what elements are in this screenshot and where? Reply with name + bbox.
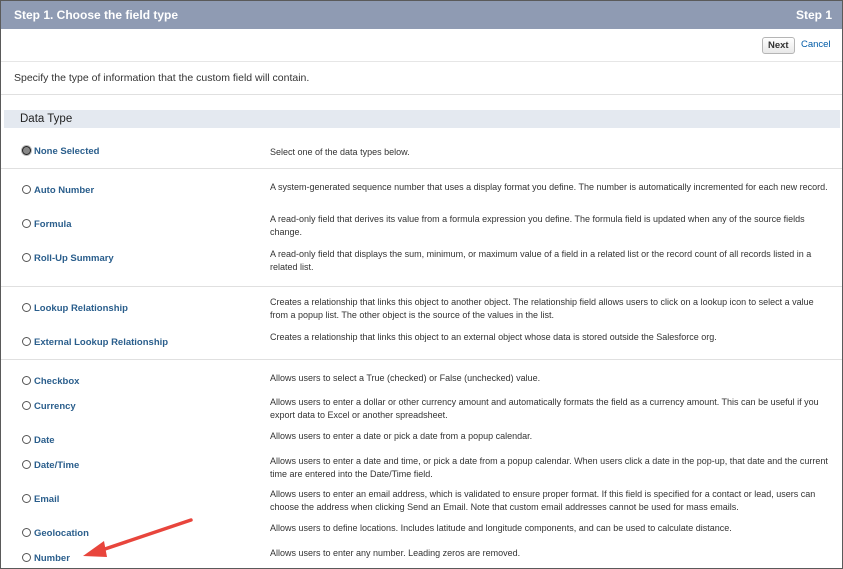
group-divider bbox=[1, 286, 842, 287]
radio-icon[interactable] bbox=[22, 460, 31, 469]
radio-icon[interactable] bbox=[22, 494, 31, 503]
step-header: Step 1. Choose the field type Step 1 bbox=[1, 1, 842, 29]
option-label: None Selected bbox=[34, 146, 100, 157]
option-roll-up-summary[interactable]: Roll-Up Summary bbox=[22, 253, 114, 264]
option-number[interactable]: Number bbox=[22, 553, 70, 564]
option-description: A read-only field that derives its value… bbox=[270, 214, 805, 237]
option-label: Email bbox=[34, 494, 60, 505]
divider bbox=[1, 94, 842, 95]
radio-icon[interactable] bbox=[22, 553, 31, 562]
option-currency[interactable]: Currency bbox=[22, 401, 76, 412]
step-title: Step 1. Choose the field type bbox=[14, 8, 179, 22]
option-label: Roll-Up Summary bbox=[34, 253, 114, 264]
option-label: Formula bbox=[34, 219, 72, 230]
arrow-shaft bbox=[97, 518, 193, 553]
option-formula[interactable]: Formula bbox=[22, 219, 71, 230]
option-geolocation[interactable]: Geolocation bbox=[22, 528, 89, 539]
option-description: Creates a relationship that links this o… bbox=[270, 332, 717, 342]
option-external-lookup-relationship[interactable]: External Lookup Relationship bbox=[22, 337, 168, 348]
option-label: Lookup Relationship bbox=[34, 303, 128, 314]
wizard-frame: Step 1. Choose the field type Step 1 Nex… bbox=[0, 0, 843, 569]
radio-icon[interactable] bbox=[22, 337, 31, 346]
option-date-time[interactable]: Date/Time bbox=[22, 460, 79, 471]
option-description: Allows users to enter an email address, … bbox=[270, 489, 816, 512]
option-label: Date bbox=[34, 435, 55, 446]
next-button[interactable]: Next bbox=[762, 37, 795, 54]
option-description: Allows users to enter a date and time, o… bbox=[270, 456, 828, 479]
radio-icon[interactable] bbox=[22, 528, 31, 537]
button-bar: Next Cancel bbox=[1, 29, 842, 62]
radio-icon[interactable] bbox=[22, 303, 31, 312]
option-lookup-relationship[interactable]: Lookup Relationship bbox=[22, 303, 128, 314]
option-label: Geolocation bbox=[34, 528, 89, 539]
option-description: Select one of the data types below. bbox=[270, 147, 410, 157]
option-description: A read-only field that displays the sum,… bbox=[270, 249, 812, 272]
option-email[interactable]: Email bbox=[22, 494, 59, 505]
option-label: Checkbox bbox=[34, 376, 80, 387]
instructions-text: Specify the type of information that the… bbox=[14, 72, 310, 84]
option-none-selected[interactable]: None Selected bbox=[22, 146, 99, 157]
option-auto-number[interactable]: Auto Number bbox=[22, 185, 94, 196]
radio-icon[interactable] bbox=[22, 253, 31, 262]
radio-icon[interactable] bbox=[22, 401, 31, 410]
option-label: Currency bbox=[34, 401, 76, 412]
cancel-link[interactable]: Cancel bbox=[801, 39, 831, 50]
option-description: Allows users to select a True (checked) … bbox=[270, 373, 541, 383]
option-label: External Lookup Relationship bbox=[34, 337, 169, 348]
section-title: Data Type bbox=[20, 113, 73, 125]
radio-icon[interactable] bbox=[22, 219, 31, 228]
option-description: A system-generated sequence number that … bbox=[270, 182, 828, 192]
option-description: Allows users to enter a date or pick a d… bbox=[270, 431, 533, 441]
radio-icon[interactable] bbox=[22, 185, 31, 194]
option-label: Date/Time bbox=[34, 460, 80, 471]
option-label: Number bbox=[34, 553, 70, 564]
radio-selected-icon[interactable] bbox=[22, 146, 31, 155]
option-description: Allows users to enter any number. Leadin… bbox=[270, 548, 521, 558]
option-label: Auto Number bbox=[34, 185, 95, 196]
annotation-arrow-icon bbox=[83, 518, 193, 557]
group-divider bbox=[1, 168, 842, 169]
option-description: Creates a relationship that links this o… bbox=[270, 297, 814, 320]
radio-icon[interactable] bbox=[22, 376, 31, 385]
step-indicator: Step 1 bbox=[795, 8, 832, 22]
group-divider bbox=[1, 359, 842, 360]
option-description: Allows users to define locations. Includ… bbox=[270, 523, 732, 533]
arrow-head bbox=[83, 541, 107, 557]
option-checkbox[interactable]: Checkbox bbox=[22, 376, 79, 387]
data-type-section-header: Data Type bbox=[4, 110, 840, 128]
option-description: Allows users to enter a dollar or other … bbox=[270, 397, 819, 420]
radio-icon[interactable] bbox=[22, 435, 31, 444]
option-date[interactable]: Date bbox=[22, 435, 55, 446]
